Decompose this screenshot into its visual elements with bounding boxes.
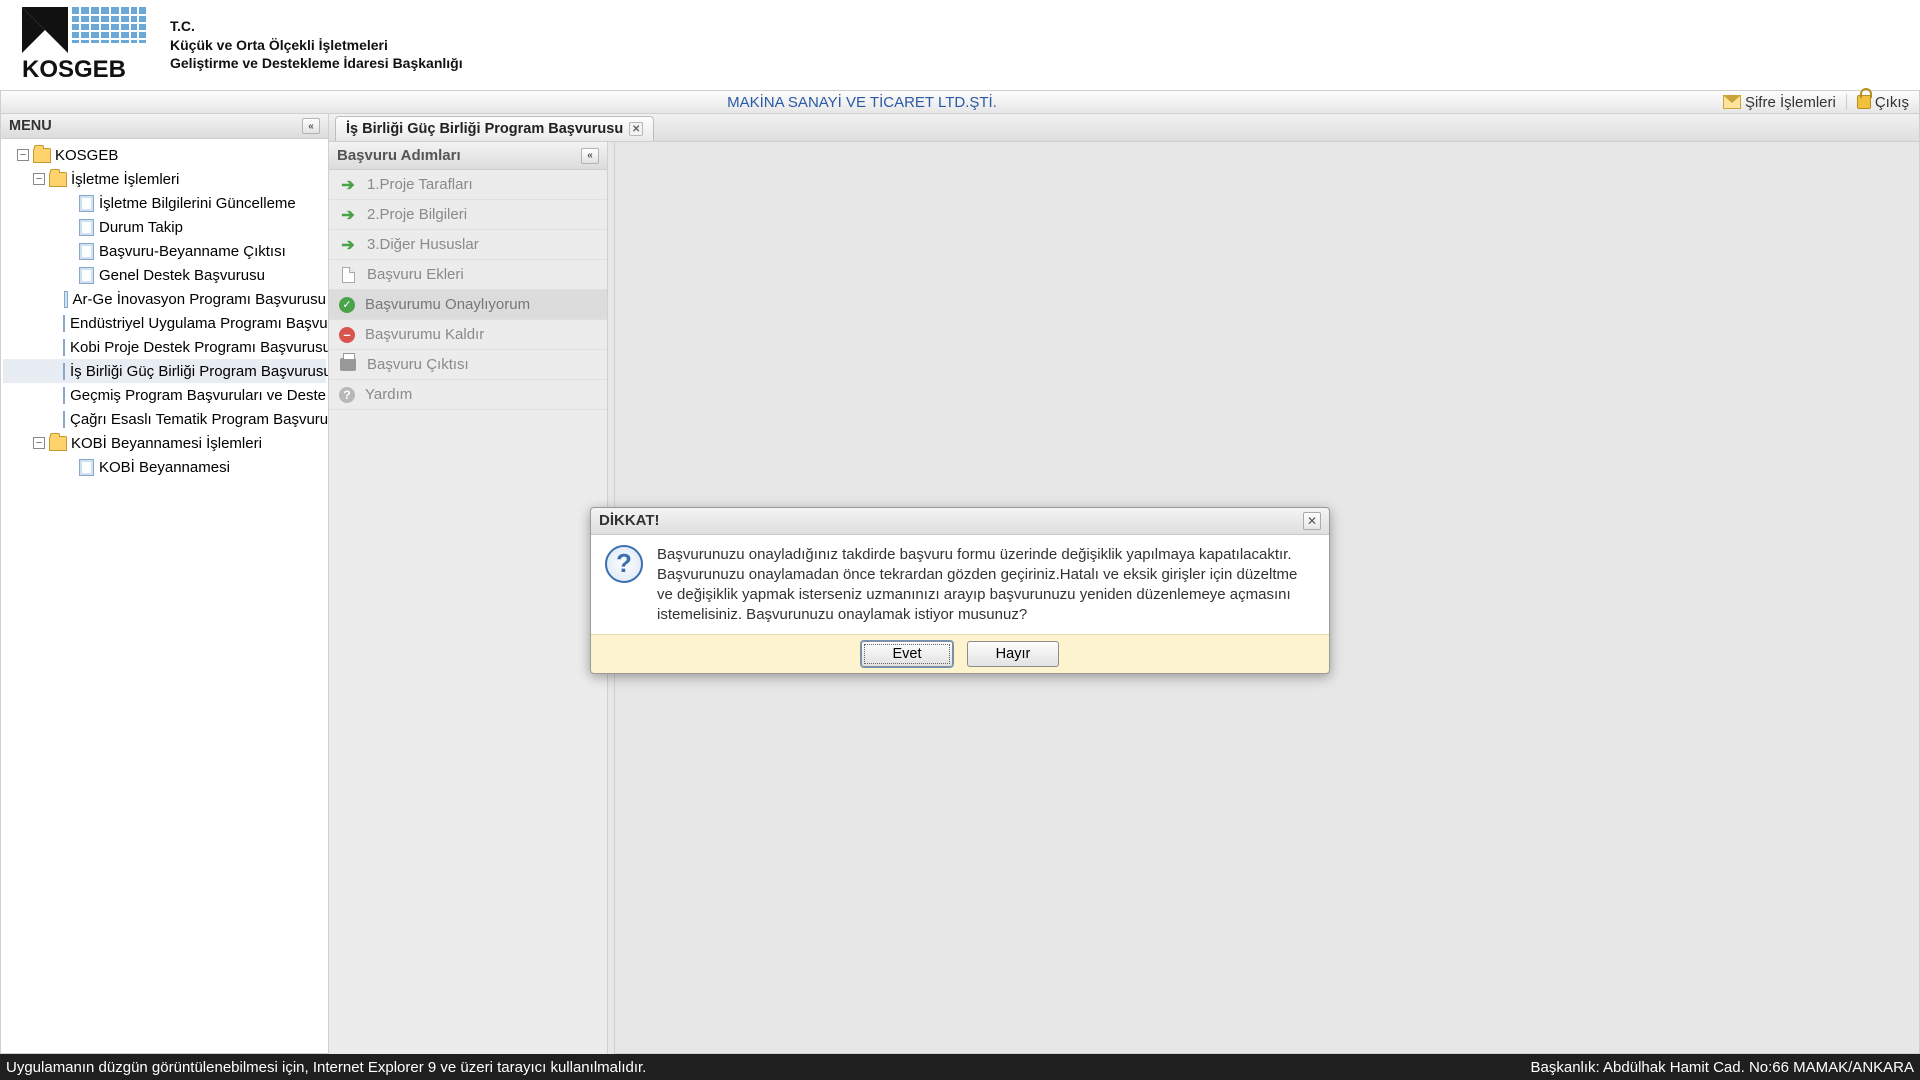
dialog-message: Başvurunuzu onayladığınız takdirde başvu… [657, 545, 1315, 626]
dialog-close-icon[interactable]: ✕ [1303, 512, 1321, 530]
confirm-dialog: DİKKAT! ✕ ? Başvurunuzu onayladığınız ta… [590, 507, 1330, 674]
dialog-no-button[interactable]: Hayır [967, 641, 1059, 667]
question-icon: ? [605, 545, 643, 583]
dialog-body: ? Başvurunuzu onayladığınız takdirde baş… [591, 535, 1329, 634]
dialog-titlebar: DİKKAT! ✕ [591, 508, 1329, 535]
dialog-yes-button[interactable]: Evet [861, 641, 953, 667]
dialog-mask: DİKKAT! ✕ ? Başvurunuzu onayladığınız ta… [0, 0, 1920, 1080]
dialog-title-text: DİKKAT! [599, 512, 660, 529]
dialog-actions: Evet Hayır [591, 634, 1329, 673]
